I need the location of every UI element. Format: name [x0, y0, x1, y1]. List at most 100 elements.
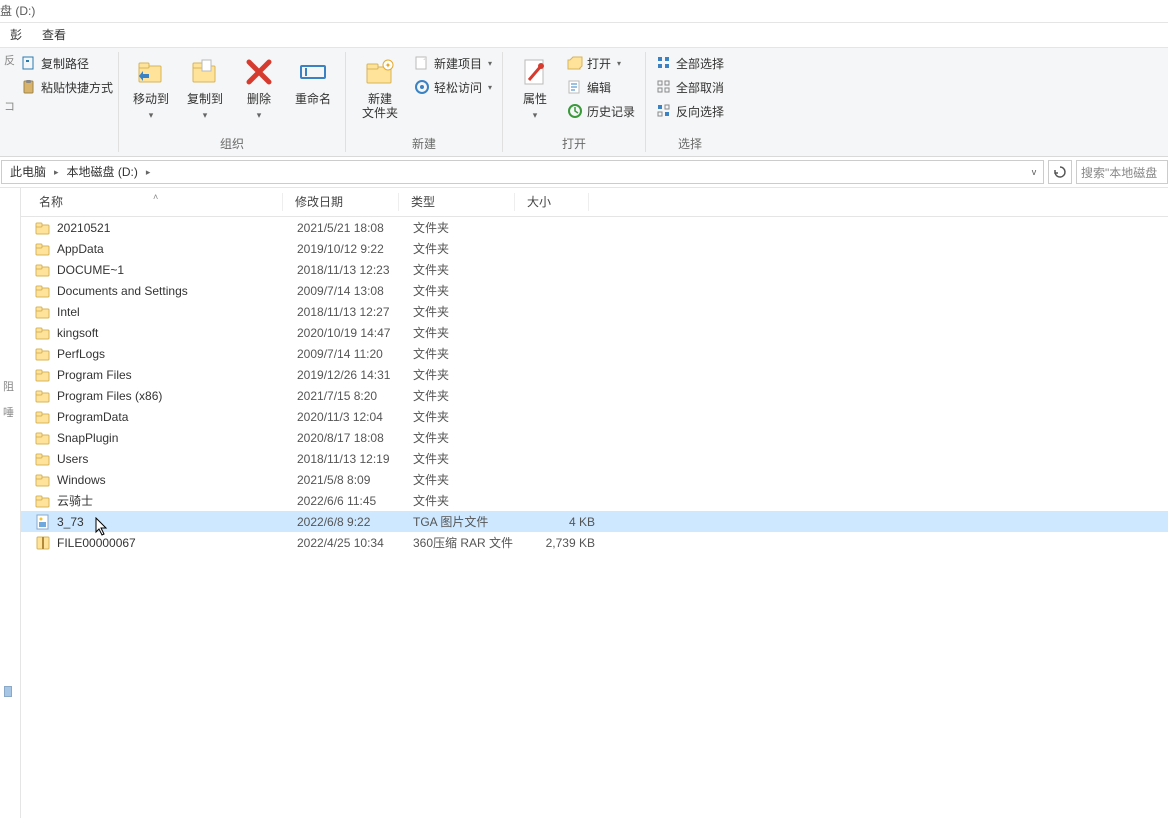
file-row[interactable]: Windows2021/5/8 8:09文件夹 — [21, 469, 1168, 490]
file-row[interactable]: DOCUME~12018/11/13 12:23文件夹 — [21, 259, 1168, 280]
address-dropdown-icon[interactable]: v — [1024, 161, 1043, 183]
file-date: 2019/12/26 14:31 — [297, 368, 413, 382]
copy-path-button[interactable]: 复制路径 — [17, 52, 117, 74]
dropdown-icon: ▾ — [257, 108, 262, 122]
rename-icon — [297, 56, 329, 88]
refresh-button[interactable] — [1048, 160, 1072, 184]
file-date: 2020/10/19 14:47 — [297, 326, 413, 340]
select-none-label: 全部取消 — [676, 79, 724, 96]
file-name: DOCUME~1 — [57, 263, 297, 277]
folder-icon — [35, 430, 51, 446]
file-list[interactable]: 名称 ˄ 修改日期 类型 大小 202105212021/5/21 18:08文… — [21, 188, 1168, 818]
file-row[interactable]: AppData2019/10/12 9:22文件夹 — [21, 238, 1168, 259]
move-to-icon — [135, 56, 167, 88]
rename-button[interactable]: 重命名 — [287, 50, 339, 106]
chevron-right-icon[interactable]: ▸ — [144, 167, 153, 178]
file-row[interactable]: 3_732022/6/8 9:22TGA 图片文件4 KB — [21, 511, 1168, 532]
navpane-fragment-1: 阻 — [3, 378, 14, 394]
file-name: Users — [57, 452, 297, 466]
new-item-icon — [414, 55, 430, 71]
file-date: 2021/5/8 8:09 — [297, 473, 413, 487]
file-date: 2019/10/12 9:22 — [297, 242, 413, 256]
navigation-pane[interactable]: 阻 唾 — [0, 188, 21, 818]
file-size: 2,739 KB — [529, 536, 599, 550]
select-none-button[interactable]: 全部取消 — [652, 76, 728, 98]
file-rows: 202105212021/5/21 18:08文件夹AppData2019/10… — [21, 217, 1168, 553]
new-folder-button[interactable]: ✦ 新建 文件夹 — [352, 50, 408, 120]
file-date: 2018/11/13 12:19 — [297, 452, 413, 466]
file-date: 2018/11/13 12:23 — [297, 263, 413, 277]
sort-indicator-icon: ˄ — [153, 192, 158, 202]
edit-label: 编辑 — [587, 79, 611, 96]
ribbon-group-open: 属性 ▾ 打开 ▾ 编辑 — [505, 48, 643, 156]
paste-shortcut-label: 粘贴快捷方式 — [41, 79, 113, 96]
paste-shortcut-button[interactable]: 粘贴快捷方式 — [17, 76, 117, 98]
window-title-text: 盘 (D:) — [0, 4, 35, 18]
file-date: 2022/6/8 9:22 — [297, 515, 413, 529]
file-type: 文件夹 — [413, 387, 529, 404]
file-row[interactable]: Users2018/11/13 12:19文件夹 — [21, 448, 1168, 469]
rename-label: 重命名 — [295, 92, 331, 106]
file-type: 360压缩 RAR 文件 — [413, 534, 529, 551]
search-input[interactable]: 搜索"本地磁盘 — [1076, 160, 1168, 184]
file-row[interactable]: FILE000000672022/4/25 10:34360压缩 RAR 文件2… — [21, 532, 1168, 553]
invert-selection-button[interactable]: 反向选择 — [652, 100, 728, 122]
file-row[interactable]: SnapPlugin2020/8/17 18:08文件夹 — [21, 427, 1168, 448]
folder-icon — [35, 283, 51, 299]
dropdown-icon: ▾ — [617, 59, 621, 68]
file-name: 云骑士 — [57, 492, 297, 509]
ribbon-group-organize: 移动到 ▾ 复制到 ▾ 删除 ▾ 重命名 — [121, 48, 343, 156]
file-name: PerfLogs — [57, 347, 297, 361]
history-button[interactable]: 历史记录 — [563, 100, 639, 122]
folder-icon — [35, 451, 51, 467]
menu-item-unknown[interactable]: 彭 — [0, 23, 32, 47]
column-header-type[interactable]: 类型 — [399, 193, 515, 211]
content-area: 阻 唾 名称 ˄ 修改日期 类型 大小 202105212021/5/21 18… — [0, 188, 1168, 818]
folder-icon — [35, 346, 51, 362]
nav-row: 此电脑 ▸ 本地磁盘 (D:) ▸ v 搜索"本地磁盘 — [0, 157, 1168, 188]
column-header-name[interactable]: 名称 ˄ — [21, 193, 283, 211]
move-to-button[interactable]: 移动到 ▾ — [125, 50, 177, 122]
ribbon-group-select: 全部选择 全部取消 反向选择 选择 — [648, 48, 732, 156]
file-type: 文件夹 — [413, 366, 529, 383]
file-row[interactable]: ProgramData2020/11/3 12:04文件夹 — [21, 406, 1168, 427]
menu-bar: 彭 查看 — [0, 23, 1168, 48]
folder-icon — [35, 472, 51, 488]
file-row[interactable]: Program Files2019/12/26 14:31文件夹 — [21, 364, 1168, 385]
paste-shortcut-icon — [21, 79, 37, 95]
select-all-button[interactable]: 全部选择 — [652, 52, 728, 74]
breadcrumb-drive[interactable]: 本地磁盘 (D:) — [63, 162, 142, 182]
file-row[interactable]: Intel2018/11/13 12:27文件夹 — [21, 301, 1168, 322]
edit-button[interactable]: 编辑 — [563, 76, 639, 98]
history-label: 历史记录 — [587, 103, 635, 120]
refresh-icon — [1053, 165, 1067, 179]
new-folder-icon: ✦ — [364, 56, 396, 88]
file-row[interactable]: Documents and Settings2009/7/14 13:08文件夹 — [21, 280, 1168, 301]
easy-access-button[interactable]: 轻松访问 ▾ — [410, 76, 496, 98]
address-bar[interactable]: 此电脑 ▸ 本地磁盘 (D:) ▸ v — [1, 160, 1044, 184]
menu-item-view[interactable]: 查看 — [32, 23, 76, 47]
file-row[interactable]: 202105212021/5/21 18:08文件夹 — [21, 217, 1168, 238]
chevron-right-icon[interactable]: ▸ — [52, 167, 61, 178]
file-row[interactable]: Program Files (x86)2021/7/15 8:20文件夹 — [21, 385, 1168, 406]
column-header-size[interactable]: 大小 — [515, 193, 589, 211]
breadcrumb-this-pc[interactable]: 此电脑 — [6, 162, 50, 182]
file-name: Windows — [57, 473, 297, 487]
easy-access-icon — [414, 79, 430, 95]
open-button[interactable]: 打开 ▾ — [563, 52, 639, 74]
copy-to-button[interactable]: 复制到 ▾ — [179, 50, 231, 122]
file-type: 文件夹 — [413, 429, 529, 446]
new-item-button[interactable]: 新建项目 ▾ — [410, 52, 496, 74]
delete-button[interactable]: 删除 ▾ — [233, 50, 285, 122]
file-name: SnapPlugin — [57, 431, 297, 445]
file-row[interactable]: 云骑士2022/6/6 11:45文件夹 — [21, 490, 1168, 511]
file-row[interactable]: kingsoft2020/10/19 14:47文件夹 — [21, 322, 1168, 343]
folder-icon — [35, 388, 51, 404]
copy-to-icon — [189, 56, 221, 88]
column-header-date[interactable]: 修改日期 — [283, 193, 399, 211]
clipped-fragment-2: コ — [4, 98, 15, 114]
file-row[interactable]: PerfLogs2009/7/14 11:20文件夹 — [21, 343, 1168, 364]
properties-button[interactable]: 属性 ▾ — [509, 50, 561, 122]
open-icon — [567, 55, 583, 71]
delete-label: 删除 — [247, 92, 271, 106]
